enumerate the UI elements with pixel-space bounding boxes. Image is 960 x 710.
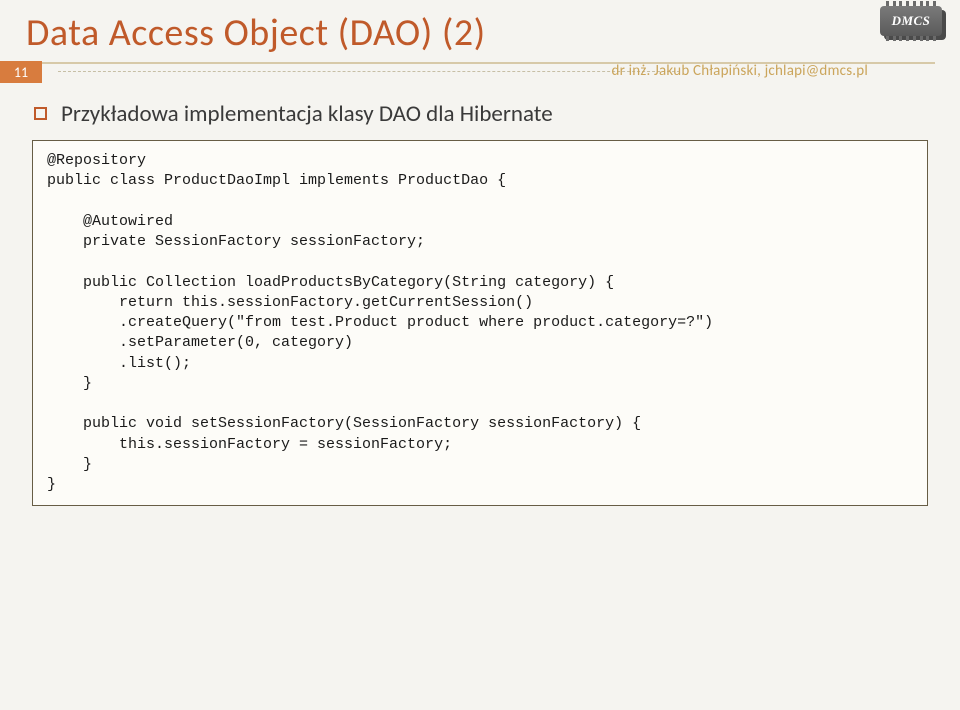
page-number: 11 <box>0 61 42 83</box>
author-footer: dr inż. Jakub Chłapiński, jchlapi@dmcs.p… <box>612 62 868 80</box>
code-block: @Repository public class ProductDaoImpl … <box>32 140 928 506</box>
bullet-item: Przykładowa implementacja klasy DAO dla … <box>34 100 928 128</box>
logo-text: DMCS <box>892 13 931 29</box>
divider-line <box>58 71 680 73</box>
slide-content: Przykładowa implementacja klasy DAO dla … <box>32 100 928 506</box>
bullet-marker-icon <box>34 107 47 120</box>
slide-title: Data Access Object (DAO) (2) <box>0 0 960 62</box>
dmcs-logo: DMCS <box>880 6 948 48</box>
bullet-text: Przykładowa implementacja klasy DAO dla … <box>61 100 553 128</box>
